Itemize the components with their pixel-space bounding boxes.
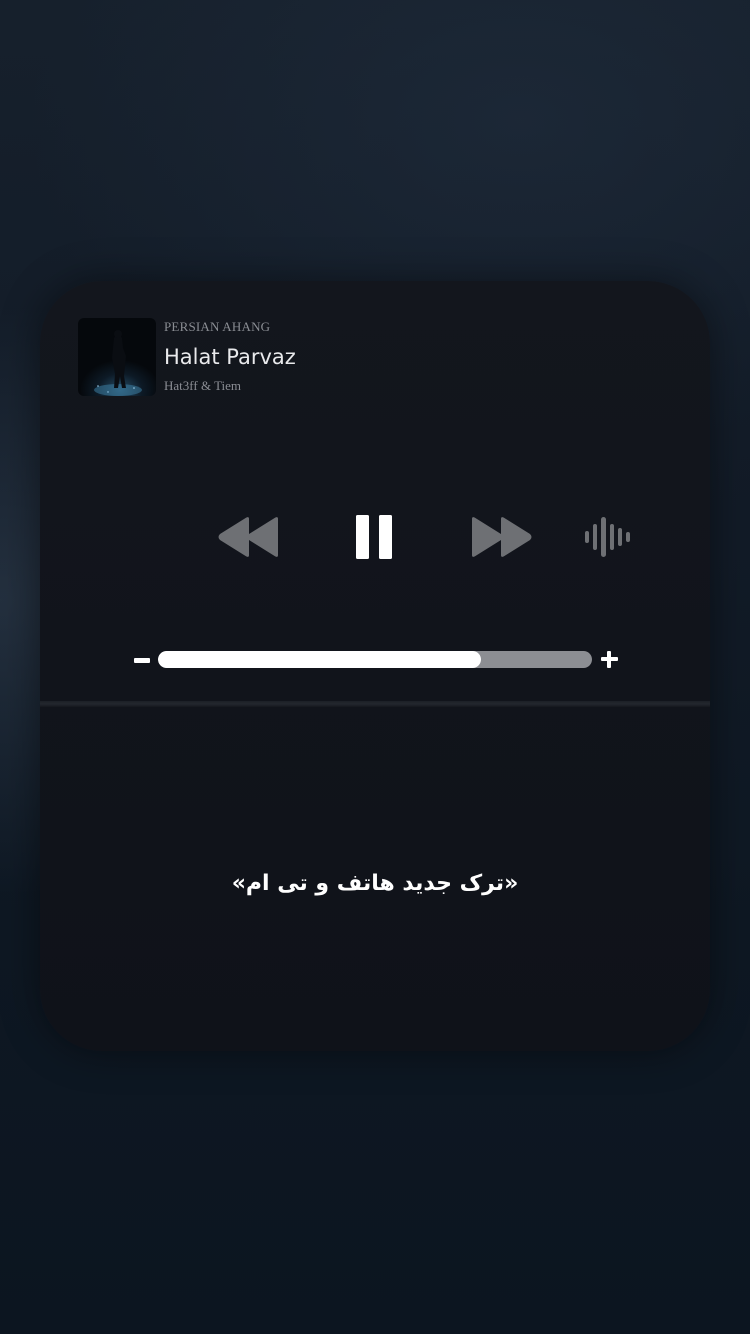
now-playing-card: PERSIAN AHANG Halat Parvaz Hat3ff & Tiem xyxy=(40,281,710,1051)
rewind-button[interactable] xyxy=(218,516,280,558)
rewind-icon xyxy=(218,517,278,557)
fast-forward-icon xyxy=(472,517,532,557)
volume-up-icon[interactable] xyxy=(601,651,618,668)
pause-button[interactable] xyxy=(354,515,396,559)
fast-forward-button[interactable] xyxy=(470,516,532,558)
volume-slider[interactable] xyxy=(158,651,592,668)
sound-wave-icon xyxy=(585,517,630,557)
song-title: Halat Parvaz xyxy=(164,345,296,369)
artwork-image xyxy=(94,330,142,396)
pause-icon xyxy=(356,515,392,559)
volume-slider-fill xyxy=(158,651,482,668)
source-label: PERSIAN AHANG xyxy=(164,319,271,334)
audio-output-button[interactable] xyxy=(583,515,633,559)
track-info: PERSIAN AHANG Halat Parvaz Hat3ff & Tiem xyxy=(164,319,296,394)
song-artist: Hat3ff & Tiem xyxy=(164,378,242,393)
volume-down-icon[interactable] xyxy=(134,658,150,663)
section-divider xyxy=(40,701,710,707)
caption-text: «ترک جدید هاتف و تی ام» xyxy=(231,871,519,896)
album-artwork[interactable] xyxy=(78,318,156,396)
